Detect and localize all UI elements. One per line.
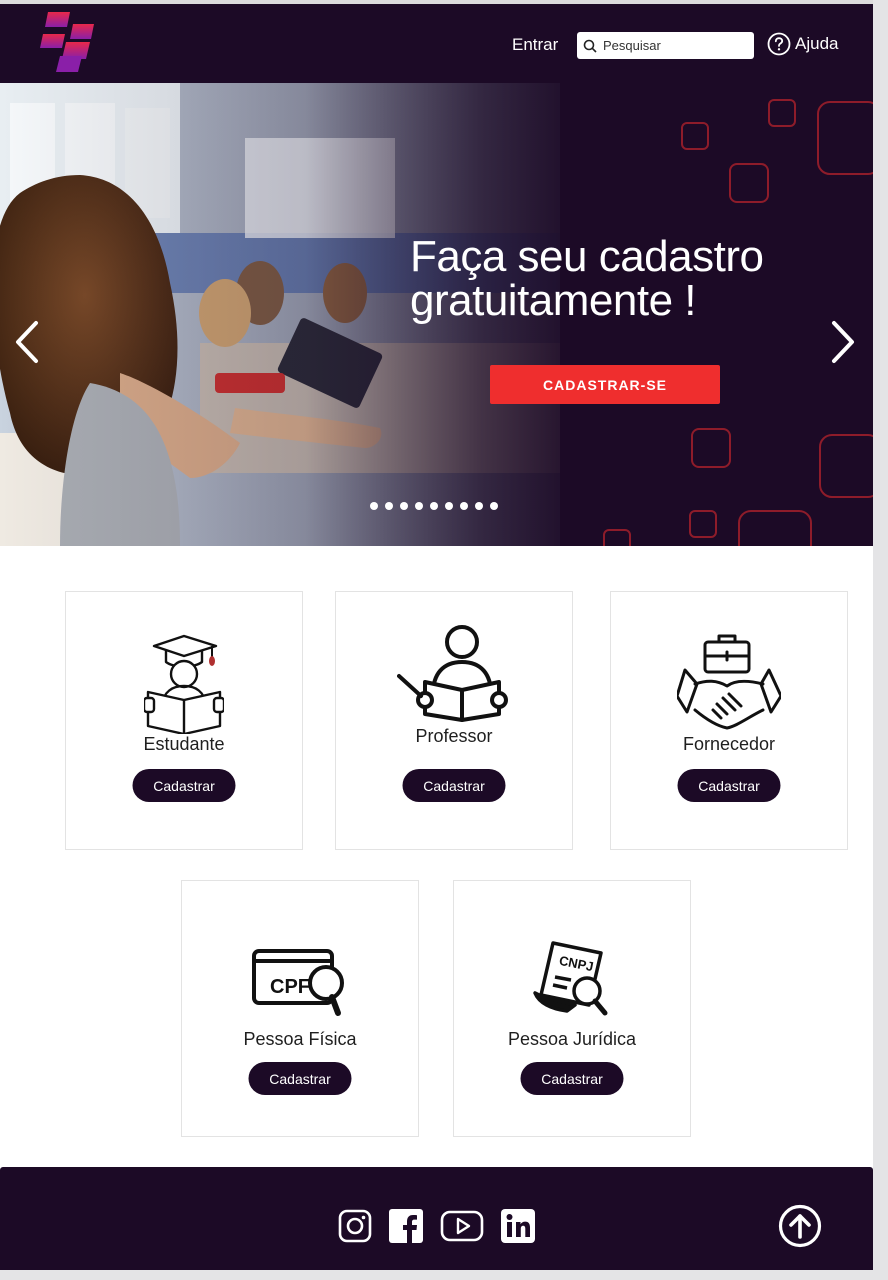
card-label: Pessoa Jurídica	[507, 1029, 637, 1049]
page: Entrar Ajuda	[0, 4, 873, 1270]
arrow-up-circle-icon[interactable]	[778, 1204, 822, 1248]
site-header: Entrar Ajuda	[0, 4, 873, 83]
hero-carousel: Faça seu cadastro gratuitamente ! CADAST…	[0, 83, 873, 546]
carousel-dot[interactable]	[490, 502, 498, 510]
supplier-handshake-icon	[677, 634, 781, 730]
carousel-dot[interactable]	[370, 502, 378, 510]
carousel-dot[interactable]	[460, 502, 468, 510]
cpf-search-icon: CPF	[252, 949, 344, 1016]
register-individual-button[interactable]: Cadastrar	[248, 1062, 352, 1095]
card-label: Pessoa Física	[243, 1029, 357, 1049]
card-label: Estudante	[143, 734, 225, 754]
carousel-dot[interactable]	[445, 502, 453, 510]
brand-logo[interactable]	[38, 12, 98, 74]
question-circle-icon	[767, 32, 791, 56]
card-professor: Professor Cadastrar	[335, 591, 573, 850]
youtube-icon[interactable]	[440, 1209, 484, 1243]
hero-heading-line2: gratuitamente !	[410, 276, 697, 325]
carousel-indicators	[370, 502, 498, 510]
facebook-icon[interactable]	[389, 1209, 423, 1243]
login-link[interactable]: Entrar	[512, 35, 558, 55]
signup-button[interactable]: CADASTRAR-SE	[490, 365, 720, 404]
card-pessoa-juridica: CNPJ Pessoa Jurídica Cadastrar	[453, 880, 691, 1137]
cnpj-search-icon: CNPJ	[533, 941, 608, 1016]
search-icon	[583, 39, 597, 53]
carousel-dot[interactable]	[475, 502, 483, 510]
chevron-right-icon[interactable]	[828, 319, 858, 365]
register-supplier-button[interactable]: Cadastrar	[677, 769, 781, 802]
carousel-dot[interactable]	[400, 502, 408, 510]
chevron-left-icon[interactable]	[12, 319, 42, 365]
help-label: Ajuda	[795, 34, 839, 53]
carousel-dot[interactable]	[415, 502, 423, 510]
card-fornecedor: Fornecedor Cadastrar	[610, 591, 848, 850]
register-teacher-button[interactable]: Cadastrar	[402, 769, 506, 802]
card-estudante: Estudante Cadastrar	[65, 591, 303, 850]
svg-text:CPF: CPF	[270, 976, 310, 998]
hero-heading: Faça seu cadastro gratuitamente !	[410, 232, 764, 325]
carousel-dot[interactable]	[385, 502, 393, 510]
search-box[interactable]	[577, 32, 754, 59]
teacher-icon	[397, 625, 508, 722]
hero-heading-line1: Faça seu cadastro	[410, 232, 764, 281]
register-student-button[interactable]: Cadastrar	[132, 769, 236, 802]
register-company-button[interactable]: Cadastrar	[520, 1062, 624, 1095]
card-label: Fornecedor	[682, 734, 776, 754]
help-link[interactable]: Ajuda	[767, 32, 838, 56]
search-input[interactable]	[603, 38, 743, 53]
site-footer	[0, 1167, 873, 1270]
student-icon	[144, 634, 224, 734]
linkedin-icon[interactable]	[501, 1209, 535, 1243]
card-label: Professor	[415, 726, 493, 746]
carousel-dot[interactable]	[430, 502, 438, 510]
card-pessoa-fisica: CPF Pessoa Física Cadastrar	[181, 880, 419, 1137]
instagram-icon[interactable]	[338, 1209, 372, 1243]
